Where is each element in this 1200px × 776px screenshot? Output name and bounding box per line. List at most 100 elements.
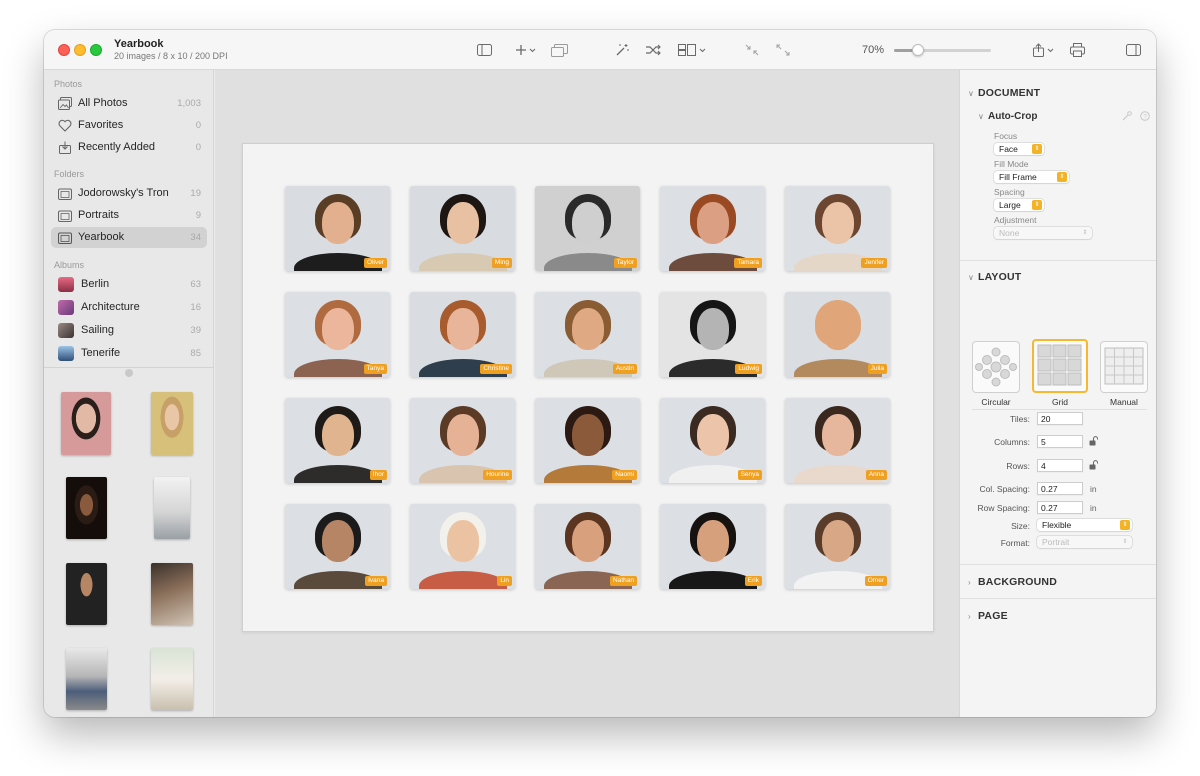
sidebar-divider[interactable] — [44, 367, 214, 368]
sidebar-photo-thumbnail[interactable] — [151, 392, 193, 455]
slideshow-icon[interactable] — [551, 40, 569, 60]
sidebar-item-label: All Photos — [78, 97, 128, 109]
divider-handle[interactable] — [125, 369, 133, 377]
layout-option-manual[interactable] — [1100, 341, 1148, 393]
print-icon[interactable] — [1069, 40, 1085, 60]
spacing-select[interactable]: Large ⇕ — [994, 199, 1044, 211]
add-button[interactable] — [514, 40, 538, 60]
focus-select[interactable]: Face ⇕ — [994, 143, 1044, 155]
sidebar-item-label: Favorites — [78, 119, 124, 131]
photo-tile[interactable]: Lin — [410, 504, 515, 589]
photo-tile[interactable]: Jenifer — [785, 186, 890, 271]
zoom-slider[interactable] — [894, 44, 991, 56]
layout-option-grid[interactable] — [1032, 339, 1088, 393]
sidebar-item-tenerife[interactable]: Tenerife 85 — [51, 343, 207, 364]
eyedropper-icon[interactable] — [1122, 111, 1132, 121]
expand-icon[interactable] — [775, 40, 791, 60]
unlock-icon[interactable] — [1089, 436, 1099, 446]
sidebar-photo-thumbnail[interactable] — [61, 392, 111, 455]
photo-tile[interactable]: Ludwig — [660, 292, 765, 377]
layout-section-toggle[interactable]: ∨ LAYOUT — [968, 271, 1021, 283]
photo-tile[interactable]: Tamara — [660, 186, 765, 271]
sidebar-item-architecture[interactable]: Architecture 16 — [51, 297, 207, 318]
photo-name-tag: Ludwig — [735, 364, 762, 374]
sidebar-photo-thumbnail[interactable] — [66, 477, 107, 539]
help-icon[interactable]: ? — [1140, 111, 1150, 121]
auto-crop-toggle[interactable]: ∨ Auto-Crop — [978, 111, 1037, 122]
folder-photos-icon — [58, 210, 72, 222]
zoom-window-button[interactable] — [90, 44, 102, 56]
photo-tile[interactable]: Ihor — [285, 398, 390, 483]
photo-tile[interactable]: Senya — [660, 398, 765, 483]
sidebar-item-recently-added[interactable]: Recently Added 0 — [51, 137, 207, 158]
sidebar-item-count: 39 — [190, 325, 201, 336]
layout-option-circular[interactable] — [972, 341, 1020, 393]
document-section-title: DOCUMENT — [978, 87, 1041, 99]
rows-field[interactable]: 4 — [1037, 459, 1083, 472]
size-select[interactable]: Flexible ⇕ — [1037, 519, 1132, 531]
chevron-up-down-icon: ⇕ — [1057, 172, 1067, 182]
photo-tile[interactable]: Christine — [410, 292, 515, 377]
close-window-button[interactable] — [58, 44, 70, 56]
page-section-toggle[interactable]: › PAGE — [968, 610, 1008, 622]
inspector-toggle-icon[interactable] — [1125, 40, 1141, 60]
sidebar-item-berlin[interactable]: Berlin 63 — [51, 274, 207, 295]
magic-wand-icon[interactable] — [614, 40, 630, 60]
zoom-percentage: 70% — [862, 44, 885, 56]
sidebar-item-sailing[interactable]: Sailing 39 — [51, 320, 207, 341]
section-divider — [960, 564, 1156, 565]
zoom-slider-knob[interactable] — [912, 44, 925, 56]
document-section-toggle[interactable]: ∨ DOCUMENT — [968, 87, 1040, 99]
photo-name-tag: Oliver — [364, 258, 387, 268]
sidebar-photo-thumbnail[interactable] — [154, 477, 190, 539]
photo-tile[interactable]: Tanya — [285, 292, 390, 377]
shrink-icon[interactable] — [744, 40, 760, 60]
share-button[interactable] — [1031, 40, 1057, 60]
yearbook-page[interactable]: Oliver Ming Taylor Tamara Jenifer Tanya Christ… — [242, 143, 934, 632]
columns-field[interactable]: 5 — [1037, 435, 1083, 448]
format-select[interactable]: Portrait ⇕ — [1037, 536, 1132, 548]
focus-label: Focus — [994, 131, 1018, 141]
photo-tile[interactable]: Omer — [785, 504, 890, 589]
photo-tile[interactable]: Taylor — [535, 186, 640, 271]
photo-tile[interactable]: Erik — [660, 504, 765, 589]
photo-tile[interactable]: Anna — [785, 398, 890, 483]
unlock-icon[interactable] — [1089, 460, 1099, 470]
row-spacing-unit: in — [1090, 503, 1097, 513]
sidebar-toggle-icon[interactable] — [476, 40, 492, 60]
sidebar-item-count: 63 — [190, 279, 201, 290]
sidebar-photo-thumbnail[interactable] — [66, 648, 107, 710]
photo-tile[interactable]: Naomi — [535, 398, 640, 483]
sidebar-item-all-photos[interactable]: All Photos 1,003 — [51, 93, 207, 114]
minimize-window-button[interactable] — [74, 44, 86, 56]
canvas-area[interactable]: Oliver Ming Taylor Tamara Jenifer Tanya Christ… — [215, 70, 959, 717]
layout-menu-button[interactable] — [678, 40, 708, 60]
sidebar-item-portraits[interactable]: Portraits 9 — [51, 205, 207, 226]
albums-section-header: Albums — [54, 260, 85, 270]
sidebar-item-label: Berlin — [81, 278, 110, 290]
col-spacing-field[interactable]: 0.27 — [1037, 482, 1083, 495]
row-spacing-field[interactable]: 0.27 — [1037, 501, 1083, 514]
sidebar-item-favorites[interactable]: Favorites 0 — [51, 115, 207, 136]
photo-tile[interactable]: Julia — [785, 292, 890, 377]
fill-mode-select[interactable]: Fill Frame ⇕ — [994, 171, 1069, 183]
tiles-field[interactable]: 20 — [1037, 412, 1083, 425]
photo-tile[interactable]: Hourine — [410, 398, 515, 483]
sidebar: Photos All Photos 1,003 Favorites 0 Rece… — [44, 70, 214, 717]
sidebar-item-count: 0 — [195, 120, 201, 131]
photo-tile[interactable]: Austin — [535, 292, 640, 377]
photo-tile[interactable]: Oliver — [285, 186, 390, 271]
photo-tile[interactable]: Ming — [410, 186, 515, 271]
portrait-face — [571, 202, 604, 244]
sidebar-photo-thumbnail[interactable] — [151, 563, 193, 625]
sidebar-photo-thumbnail[interactable] — [151, 648, 193, 710]
adjustment-select[interactable]: None ⇕ — [994, 227, 1092, 239]
sidebar-photo-thumbnail[interactable] — [66, 563, 107, 625]
sidebar-item-jodorowskys-tron[interactable]: Jodorowsky's Tron 19 — [51, 183, 207, 204]
photo-tile[interactable]: Nathan — [535, 504, 640, 589]
sidebar-item-yearbook[interactable]: Yearbook 34 — [51, 227, 207, 248]
photo-name-tag: Christine — [480, 364, 512, 374]
shuffle-icon[interactable] — [644, 40, 662, 60]
photo-tile[interactable]: Ivana — [285, 504, 390, 589]
background-section-toggle[interactable]: › BACKGROUND — [968, 576, 1057, 588]
